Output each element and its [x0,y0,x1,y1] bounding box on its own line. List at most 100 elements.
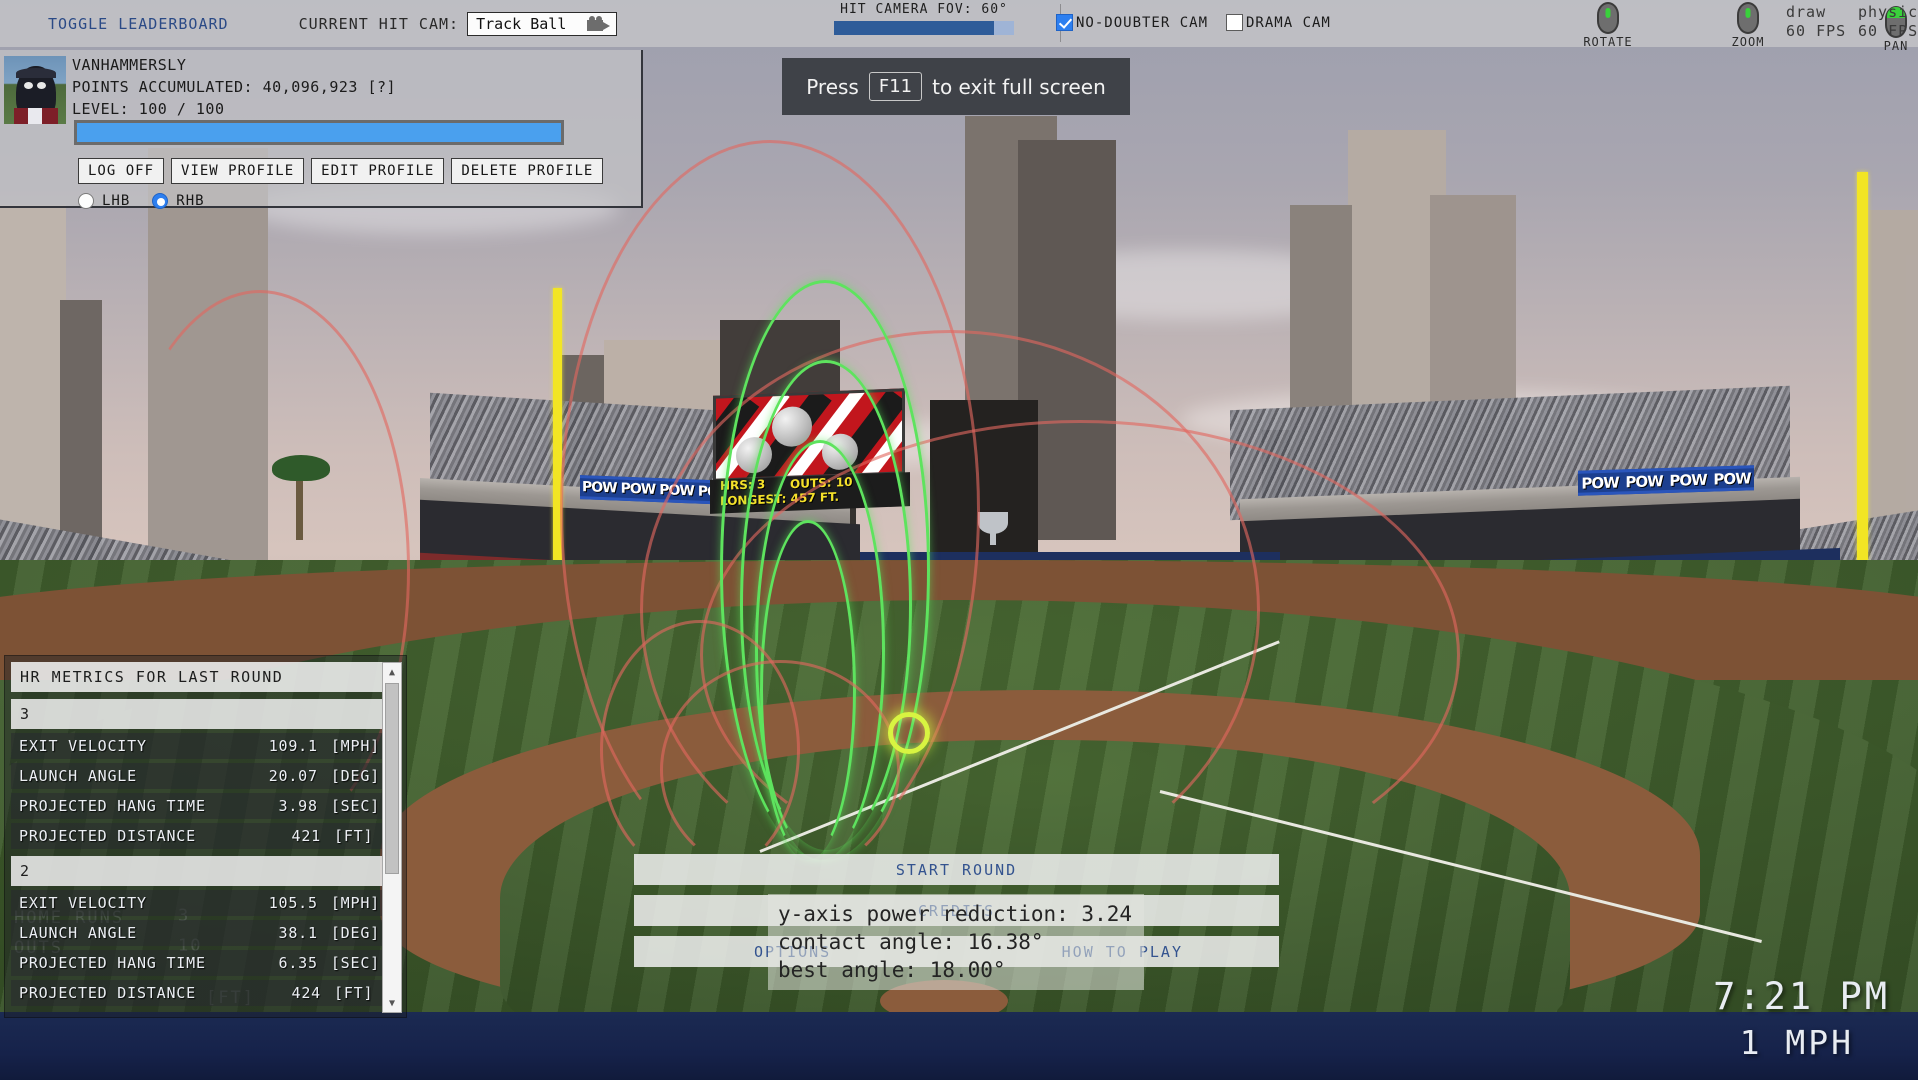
hr-metric-name: PROJECTED HANG TIME [19,797,206,815]
hr-metric-unit: [SEC] [330,954,380,972]
hr-metric-name: PROJECTED DISTANCE [19,827,196,845]
trajectory-arc [660,660,900,880]
hr-metric-value-group: 6.35 [SEC] [266,954,380,972]
hr-metrics-row: PROJECTED HANG TIME 3.98 [SEC] [11,793,388,819]
radio-lhb[interactable] [78,193,94,209]
hr-metric-name: LAUNCH ANGLE [19,924,137,942]
hr-metric-value: 38.1 [278,924,318,942]
hr-metrics-round-label: 2 [11,856,388,886]
hr-metric-unit: [MPH] [330,737,380,755]
view-profile-button[interactable]: VIEW PROFILE [171,158,305,184]
lower-deck-band [0,1012,1918,1080]
hr-metric-value-group: 421 [FT] [269,827,380,845]
hit-cam-select[interactable]: Track Ball [467,11,618,36]
physics-fps-readout: physics 60 FPS [1858,3,1918,41]
debug-contact-angle: contact angle: 16.38° [778,930,1044,954]
log-off-button[interactable]: LOG OFF [78,158,165,184]
hr-metrics-list: 3 EXIT VELOCITY 109.1 [MPH] LAUNCH ANGLE 20.0… [11,699,388,1006]
draw-fps-value: 60 FPS [1786,22,1847,40]
hit-camera-fov-control[interactable]: HIT CAMERA FOV: 60° [834,2,1014,35]
hr-metric-unit: [DEG] [330,924,380,942]
game-clock: 7:21 PM [1713,975,1890,1018]
fov-label: HIT CAMERA FOV: 60° [840,2,1008,17]
hr-metric-unit: [DEG] [330,767,380,785]
start-round-button[interactable]: START ROUND [634,854,1279,885]
pan-label: PAN [1883,39,1909,53]
draw-label: draw [1786,3,1827,21]
hr-metric-name: PROJECTED HANG TIME [19,954,206,972]
physics-fps-value: 60 FPS [1858,22,1918,40]
rotate-control[interactable]: ROTATE [1568,2,1648,49]
hr-metrics-panel[interactable]: HR METRICS FOR LAST ROUND 3 EXIT VELOCITY… [4,655,407,1018]
zoom-control[interactable]: ZOOM [1708,2,1788,49]
hr-metric-value-group: 3.98 [SEC] [266,797,380,815]
lhb-label: LHB [102,193,131,209]
checkbox-checked-icon[interactable] [1056,14,1073,31]
hr-metric-value-group: 38.1 [DEG] [266,924,380,942]
profile-points: POINTS ACCUMULATED: 40,096,923 [?] [72,78,397,96]
profile-level: LEVEL: 100 / 100 [72,100,225,118]
hr-metrics-row: EXIT VELOCITY 109.1 [MPH] [11,733,388,759]
hr-metric-value: 109.1 [268,737,318,755]
hr-metric-name: PROJECTED DISTANCE [19,984,196,1002]
hr-metric-value: 6.35 [278,954,318,972]
foul-pole-right [1857,172,1868,572]
mouse-icon [1737,2,1759,34]
hr-metric-unit: [SEC] [330,797,380,815]
batting-stance-radios: LHB RHB [78,193,205,209]
mouse-icon [1597,2,1619,34]
rotate-label: ROTATE [1583,35,1633,49]
toggle-leaderboard-button[interactable]: TOGGLE LEADERBOARD [48,15,229,33]
fov-slider-track[interactable] [834,21,1014,35]
hr-metric-value-group: 105.5 [MPH] [266,894,380,912]
hr-metrics-scrollbar[interactable]: ▲ ▼ [382,662,402,1013]
building [1860,210,1918,550]
fullscreen-toast: Press F11 to exit full screen [782,58,1130,115]
no-doubter-cam-label: NO-DOUBTER CAM [1076,14,1209,31]
drama-cam-toggle[interactable]: DRAMA CAM [1226,14,1331,31]
hr-metrics-round-label: 3 [11,699,388,729]
hr-metric-unit: [FT] [334,827,374,845]
radio-rhb[interactable] [152,193,169,209]
scroll-down-arrow-icon[interactable]: ▼ [383,994,401,1012]
hit-cam-value: Track Ball [476,14,567,33]
scrollbar-thumb[interactable] [385,683,399,874]
avatar[interactable] [4,56,66,124]
hr-metric-value-group: 20.07 [DEG] [266,767,380,785]
current-hit-cam-label: CURRENT HIT CAM: [298,14,460,33]
hr-metrics-row: EXIT VELOCITY 105.5 [MPH] [11,890,388,916]
profile-buttons: LOG OFF VIEW PROFILE EDIT PROFILE DELETE… [78,158,604,184]
edit-profile-button[interactable]: EDIT PROFILE [311,158,445,184]
rhb-label: RHB [176,193,205,209]
physics-debug-overlay: y-axis power reduction: 3.24 contact ang… [768,894,1144,990]
debug-best-angle: best angle: 18.00° [778,958,1006,982]
toast-keycap: F11 [868,72,923,101]
hr-metric-value: 424 [291,984,321,1002]
delete-profile-button[interactable]: DELETE PROFILE [451,158,604,184]
game-screen: POWPOWPOWPOW POWPOWPOWPOW HRS: 3 OUTS: 1… [0,0,1918,1080]
no-doubter-cam-toggle[interactable]: NO-DOUBTER CAM [1056,14,1208,31]
draw-fps-readout: draw 60 FPS [1786,3,1846,41]
profile-panel: VANHAMMERSLY POINTS ACCUMULATED: 40,096,… [0,50,643,209]
debug-power-reduction: y-axis power reduction: 3.24 [778,902,1133,926]
checkbox-unchecked-icon[interactable] [1226,14,1243,31]
hr-metric-name: EXIT VELOCITY [19,894,147,912]
pow-sign-word: POW [1581,472,1619,493]
zoom-label: ZOOM [1731,35,1765,49]
pow-sign-word: POW [1625,471,1663,491]
hr-metric-unit: [MPH] [330,894,380,912]
hr-metric-value: 3.98 [278,797,318,815]
scroll-up-arrow-icon[interactable]: ▲ [383,663,401,681]
camera-icon [587,15,611,32]
hr-metric-value-group: 424 [FT] [269,984,380,1002]
pow-sign-word: POW [1669,470,1707,490]
hr-metrics-title: HR METRICS FOR LAST ROUND [11,662,388,692]
hr-metrics-viewport: HR METRICS FOR LAST ROUND 3 EXIT VELOCITY… [11,662,388,1013]
xp-progress-bar [74,120,564,145]
hr-metric-name: LAUNCH ANGLE [19,767,137,785]
toast-press-label: Press [806,74,859,99]
hr-metric-value: 105.5 [268,894,318,912]
hr-metric-value: 20.07 [268,767,318,785]
pow-sign-word: POW [1713,468,1751,489]
drama-cam-label: DRAMA CAM [1246,14,1331,31]
